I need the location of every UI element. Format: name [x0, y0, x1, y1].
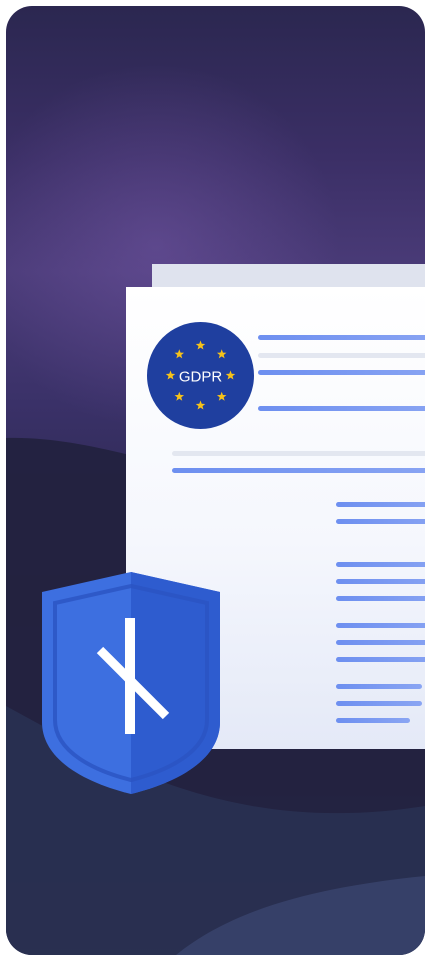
screen: GDPR: [0, 0, 425, 955]
doc-line: [336, 596, 425, 601]
doc-line: [172, 451, 425, 456]
doc-line: [258, 353, 425, 358]
eu-gdpr-seal-icon: GDPR: [147, 322, 254, 429]
doc-line: [336, 623, 425, 628]
doc-line: [336, 701, 422, 706]
doc-line: [336, 718, 410, 723]
doc-line: [336, 519, 425, 524]
doc-line: [258, 406, 425, 411]
security-shield-icon: [42, 572, 220, 794]
seal-label: GDPR: [179, 369, 223, 386]
doc-line: [258, 370, 425, 375]
doc-line: [336, 657, 425, 662]
doc-line: [336, 502, 425, 507]
doc-line: [336, 640, 425, 645]
hero-card: GDPR: [6, 6, 425, 955]
doc-line: [336, 579, 425, 584]
doc-line: [258, 335, 425, 340]
doc-line: [336, 684, 422, 689]
doc-line: [336, 562, 425, 567]
doc-line: [172, 468, 425, 473]
